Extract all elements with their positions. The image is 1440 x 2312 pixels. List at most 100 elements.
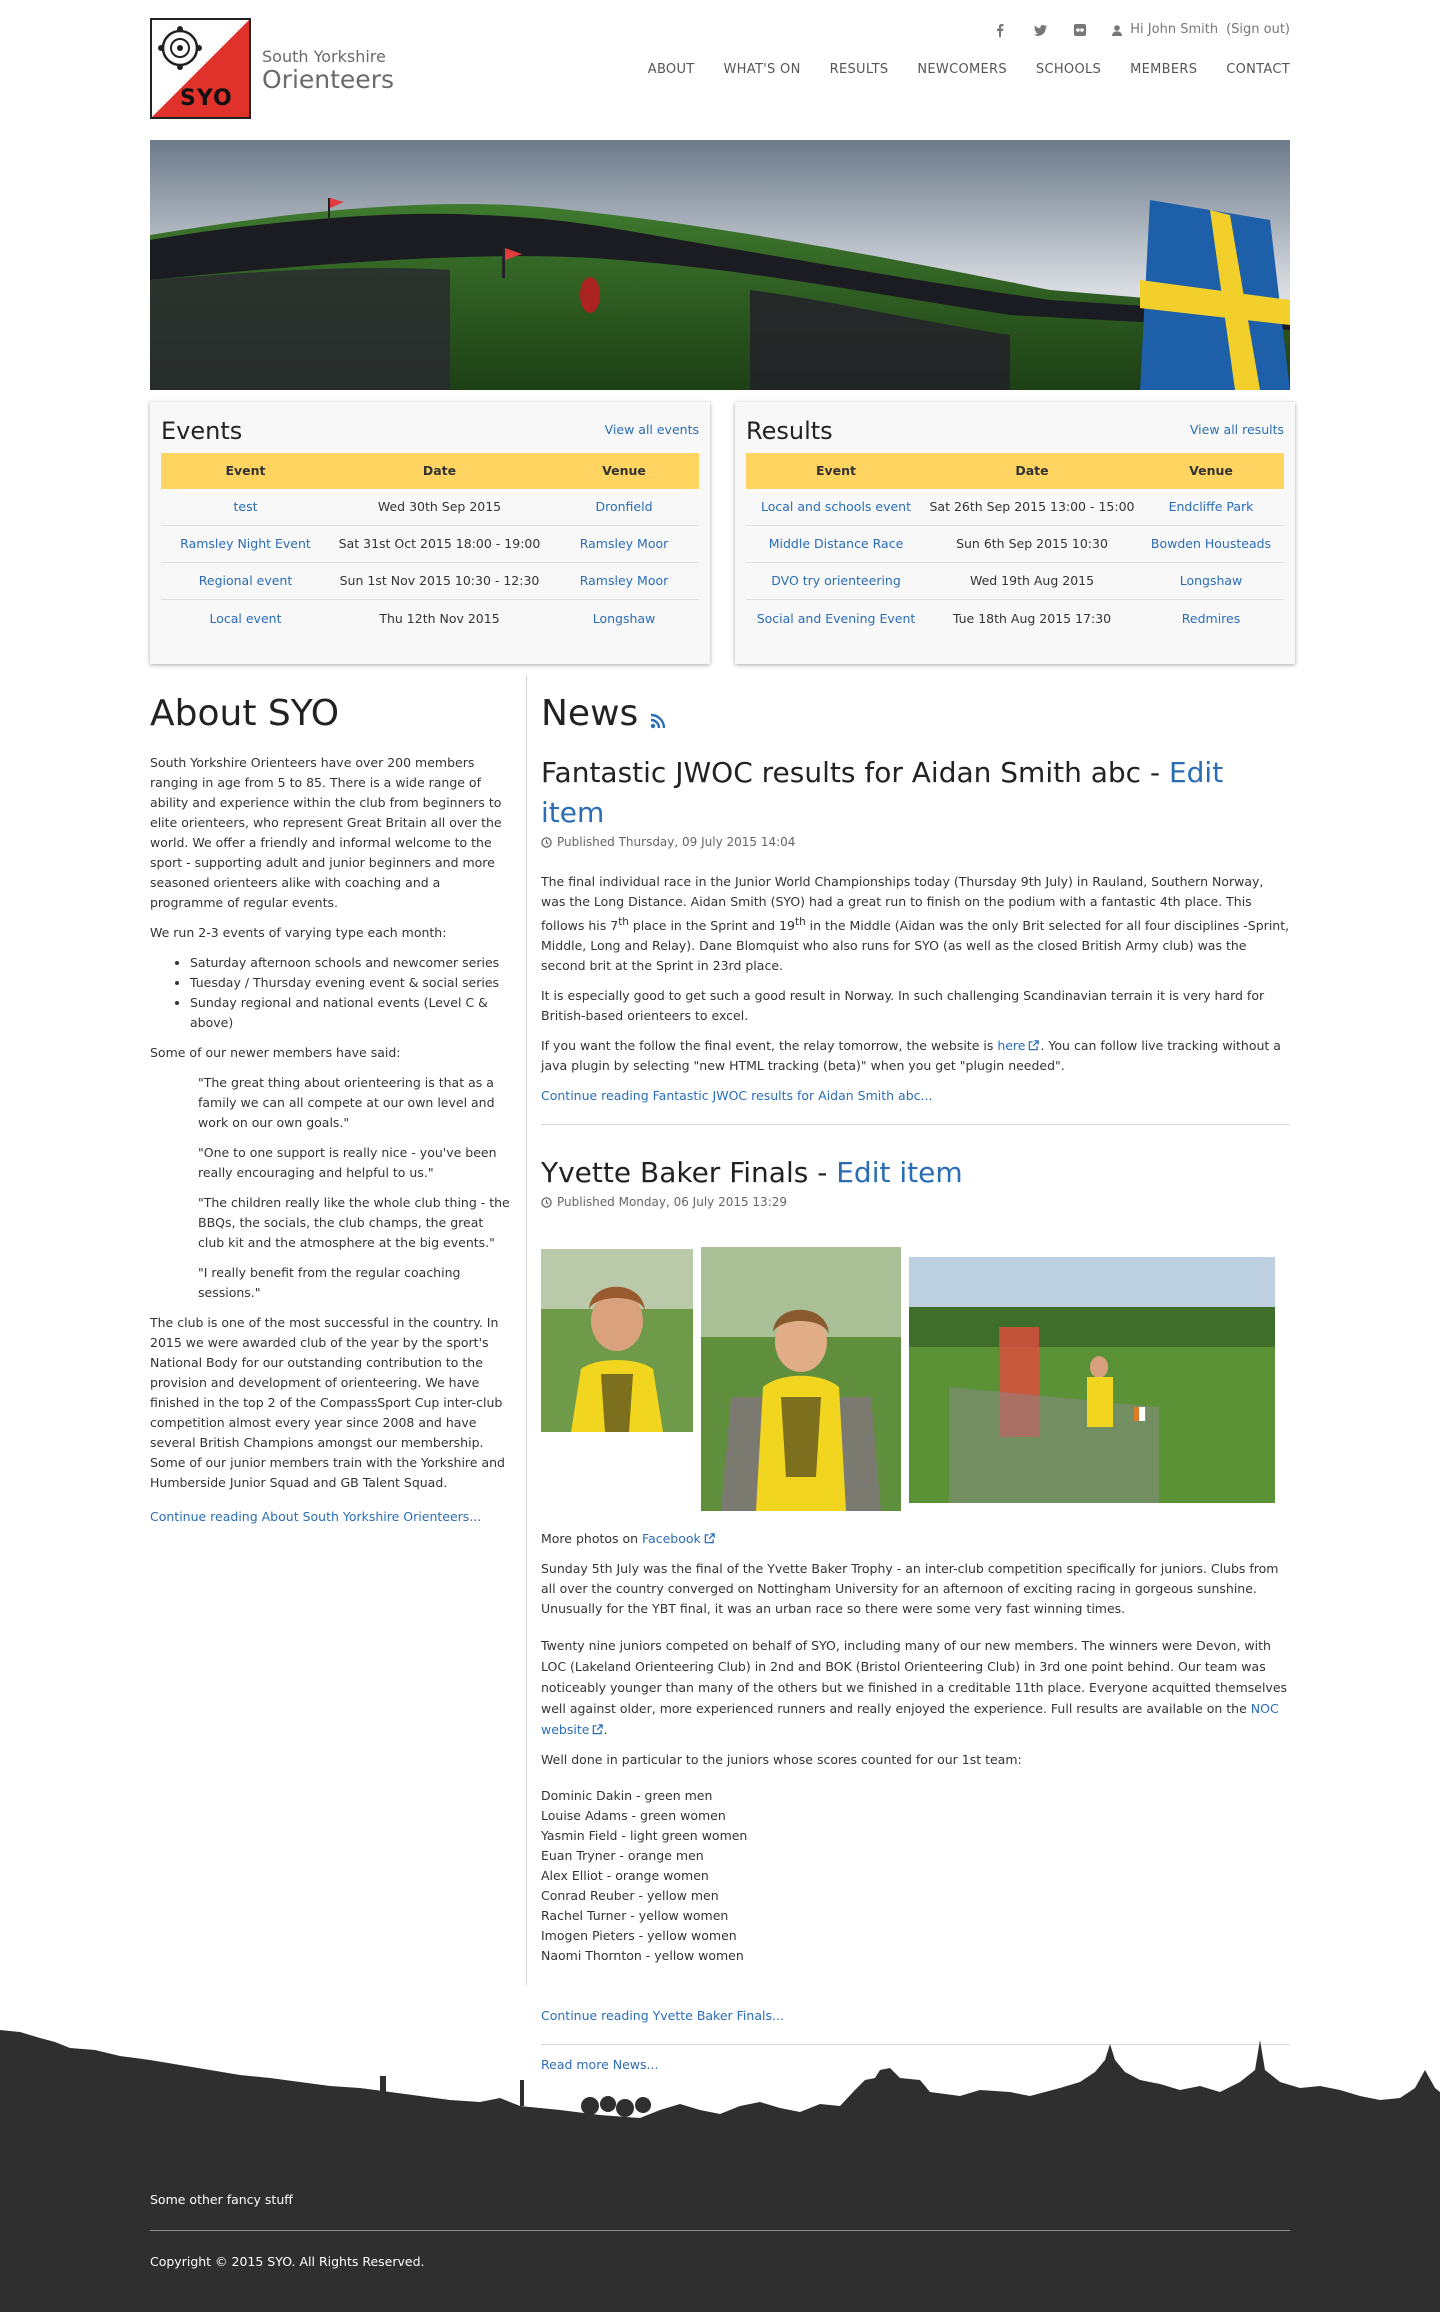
view-all-events-link[interactable]: View all events bbox=[605, 420, 699, 439]
copyright-text: Copyright © 2015 SYO. All Rights Reserve… bbox=[150, 2254, 425, 2269]
syo-logo[interactable]: SYO bbox=[150, 18, 251, 119]
list-item: Euan Tryner - orange men bbox=[541, 1848, 704, 1864]
result-venue-link[interactable]: Longshaw bbox=[1138, 571, 1284, 590]
article-title[interactable]: Yvette Baker Finals bbox=[541, 1156, 808, 1189]
logo-text: SYO bbox=[180, 86, 233, 111]
result-date: Tue 18th Aug 2015 17:30 bbox=[952, 610, 1112, 626]
result-name-link[interactable]: Local and schools event bbox=[746, 497, 926, 516]
about-intro: South Yorkshire Orienteers have over 200… bbox=[150, 755, 502, 910]
nav-about[interactable]: ABOUT bbox=[648, 60, 695, 80]
hero-image bbox=[150, 140, 1290, 390]
event-name-link[interactable]: test bbox=[161, 497, 330, 516]
facebook-photos-link[interactable]: Facebook bbox=[642, 1531, 701, 1546]
table-row: Social and Evening Event Tue 18th Aug 20… bbox=[746, 600, 1284, 637]
col-venue: Venue bbox=[1189, 463, 1233, 479]
news-title: News bbox=[541, 693, 639, 734]
list-item: Tuesday / Thursday evening event & socia… bbox=[190, 973, 510, 993]
clock-icon bbox=[541, 1196, 552, 1208]
result-name-link[interactable]: DVO try orienteering bbox=[746, 571, 926, 590]
paragraph-text: . bbox=[603, 1722, 608, 1738]
event-venue-link[interactable]: Ramsley Moor bbox=[549, 534, 699, 553]
team-roster: Dominic Dakin - green men Louise Adams -… bbox=[541, 1786, 1290, 1966]
user-menu[interactable]: Hi John Smith (Sign out) bbox=[1112, 20, 1290, 40]
view-all-results-link[interactable]: View all results bbox=[1190, 420, 1284, 439]
signout-link[interactable]: (Sign out) bbox=[1226, 20, 1290, 40]
relay-website-link[interactable]: here bbox=[997, 1038, 1025, 1053]
junior-photo-2[interactable] bbox=[701, 1247, 901, 1512]
results-table: Event Date Venue Local and schools event… bbox=[746, 453, 1284, 637]
nav-contact[interactable]: CONTACT bbox=[1226, 60, 1290, 80]
twitter-icon[interactable] bbox=[1020, 24, 1060, 36]
event-date: Sun 1st Nov 2015 10:30 - 12:30 bbox=[339, 573, 540, 589]
site-header: SYO South Yorkshire Orienteers Hi John S… bbox=[150, 18, 1290, 123]
article-title-line: Yvette Baker Finals - Edit item bbox=[541, 1153, 1290, 1193]
result-venue-link[interactable]: Redmires bbox=[1138, 609, 1284, 628]
list-item: Alex Elliot - orange women bbox=[541, 1868, 709, 1884]
event-name-link[interactable]: Ramsley Night Event bbox=[161, 534, 330, 553]
event-venue-link[interactable]: Dronfield bbox=[549, 497, 699, 516]
table-row: Local and schools event Sat 26th Sep 201… bbox=[746, 489, 1284, 526]
footer-divider bbox=[150, 2230, 1290, 2231]
col-venue: Venue bbox=[602, 463, 646, 479]
nav-results[interactable]: RESULTS bbox=[830, 60, 889, 80]
table-row: Regional event Sun 1st Nov 2015 10:30 - … bbox=[161, 563, 699, 600]
facebook-icon[interactable] bbox=[980, 23, 1020, 37]
footer-other-text: Some other fancy stuff bbox=[150, 2192, 293, 2207]
list-item: Saturday afternoon schools and newcomer … bbox=[190, 953, 510, 973]
event-date: Sat 31st Oct 2015 18:00 - 19:00 bbox=[338, 536, 541, 552]
junior-photo-3[interactable] bbox=[909, 1257, 1275, 1504]
ordinal-suffix: th bbox=[618, 915, 629, 928]
list-item: Sunday regional and national events (Lev… bbox=[190, 993, 510, 1033]
result-name-link[interactable]: Middle Distance Race bbox=[746, 534, 926, 553]
event-date: Thu 12th Nov 2015 bbox=[379, 610, 500, 626]
col-date: Date bbox=[422, 463, 457, 479]
user-icon bbox=[1112, 24, 1123, 36]
main-nav: ABOUT WHAT'S ON RESULTS NEWCOMERS SCHOOL… bbox=[648, 60, 1290, 80]
top-bar: Hi John Smith (Sign out) bbox=[980, 20, 1290, 40]
event-venue-link[interactable]: Longshaw bbox=[549, 609, 699, 628]
photos-prefix: More photos on bbox=[541, 1531, 643, 1547]
events-table-header: Event Date Venue bbox=[161, 453, 699, 489]
about-continue-link[interactable]: Continue reading About South Yorkshire O… bbox=[150, 1507, 510, 1527]
event-venue-link[interactable]: Ramsley Moor bbox=[549, 571, 699, 590]
article-title-line: Fantastic JWOC results for Aidan Smith a… bbox=[541, 753, 1290, 833]
result-venue-link[interactable]: Bowden Housteads bbox=[1138, 534, 1284, 553]
member-quote: "The great thing about orienteering is t… bbox=[198, 1075, 495, 1130]
column-divider bbox=[526, 675, 527, 1985]
hero-crowd-scene bbox=[150, 140, 1290, 390]
result-date: Sun 6th Sep 2015 10:30 bbox=[956, 536, 1108, 552]
nav-schools[interactable]: SCHOOLS bbox=[1036, 60, 1101, 80]
published-date: Published Thursday, 09 July 2015 14:04 bbox=[557, 835, 796, 849]
article-paragraph: The final individual race in the Junior … bbox=[541, 872, 1290, 976]
title-separator: - bbox=[1141, 756, 1169, 789]
table-row: Ramsley Night Event Sat 31st Oct 2015 18… bbox=[161, 526, 699, 563]
list-item: Dominic Dakin - green men bbox=[541, 1788, 713, 1804]
article-continue-link[interactable]: Continue reading Fantastic JWOC results … bbox=[541, 1086, 1290, 1106]
edit-item-link[interactable]: Edit item bbox=[836, 1156, 962, 1189]
result-venue-link[interactable]: Endcliffe Park bbox=[1138, 497, 1284, 516]
nav-newcomers[interactable]: NEWCOMERS bbox=[917, 60, 1007, 80]
article-paragraph: Twenty nine juniors competed on behalf o… bbox=[541, 1635, 1290, 1740]
nav-whats-on[interactable]: WHAT'S ON bbox=[724, 60, 801, 80]
external-link-icon bbox=[704, 1533, 715, 1544]
brand-line2: Orienteers bbox=[262, 65, 394, 94]
table-row: Middle Distance Race Sun 6th Sep 2015 10… bbox=[746, 526, 1284, 563]
rss-icon[interactable] bbox=[650, 713, 666, 729]
flickr-icon[interactable] bbox=[1060, 24, 1100, 37]
table-row: test Wed 30th Sep 2015 Dronfield bbox=[161, 489, 699, 526]
list-item: Naomi Thornton - yellow women bbox=[541, 1948, 744, 1964]
result-name-link[interactable]: Social and Evening Event bbox=[746, 609, 926, 628]
about-quotes-intro: Some of our newer members have said: bbox=[150, 1045, 401, 1060]
news-section: News Fantastic JWOC results for Aidan Sm… bbox=[541, 685, 1290, 2085]
nav-members[interactable]: MEMBERS bbox=[1130, 60, 1197, 80]
list-item: Conrad Reuber - yellow men bbox=[541, 1888, 719, 1904]
paragraph-text: If you want the follow the final event, … bbox=[541, 1037, 998, 1053]
site-brand[interactable]: South Yorkshire Orienteers bbox=[262, 48, 394, 94]
article-title[interactable]: Fantastic JWOC results for Aidan Smith a… bbox=[541, 756, 1141, 789]
event-name-link[interactable]: Local event bbox=[161, 609, 330, 628]
junior-photo-1[interactable] bbox=[541, 1249, 693, 1433]
article-paragraph: If you want the follow the final event, … bbox=[541, 1036, 1290, 1076]
article-meta: Published Monday, 06 July 2015 13:29 bbox=[541, 1193, 1290, 1212]
event-name-link[interactable]: Regional event bbox=[161, 571, 330, 590]
list-item: Yasmin Field - light green women bbox=[541, 1828, 748, 1844]
